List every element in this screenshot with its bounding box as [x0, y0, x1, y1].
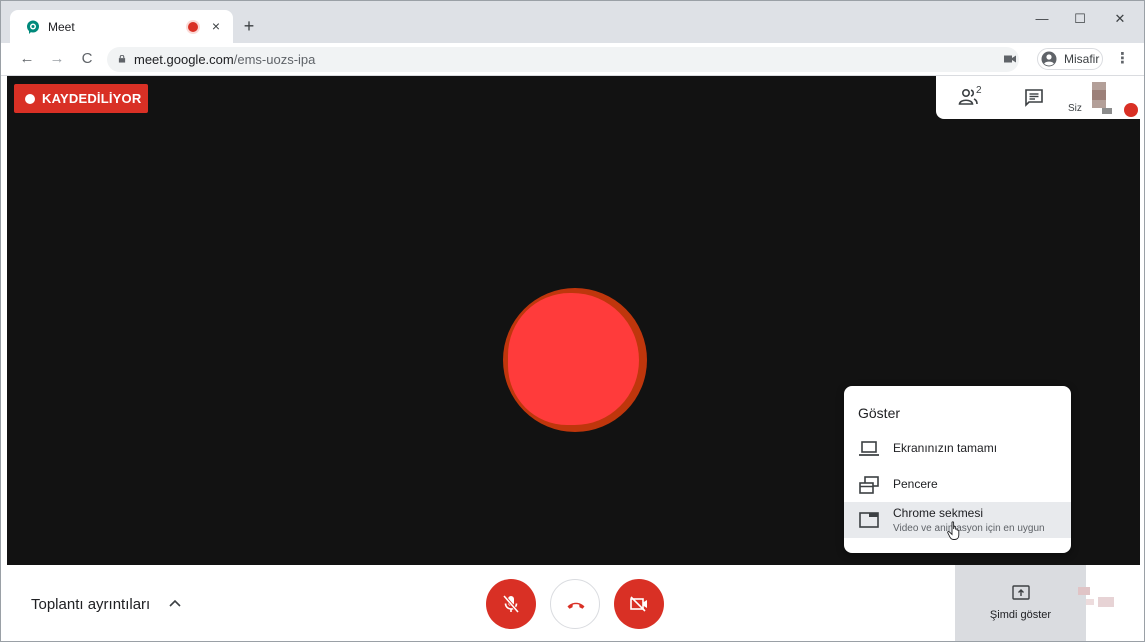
back-button[interactable]: ←	[17, 49, 37, 69]
tab-strip: Meet × + — ☐ ✕	[1, 1, 1144, 43]
present-entire-screen-label: Ekranınızın tamamı	[893, 441, 998, 455]
minimize-button[interactable]: —	[1027, 9, 1057, 29]
present-chrome-tab-label: Chrome sekmesi	[893, 506, 984, 520]
browser-window: Meet × + — ☐ ✕ ← → C meet.google.com/ems…	[0, 0, 1145, 642]
recording-label: KAYDEDİLİYOR	[42, 91, 142, 106]
chat-icon[interactable]	[1024, 88, 1044, 108]
present-chrome-tab-option[interactable]: Chrome sekmesi Video ve animasyon için e…	[844, 502, 1071, 540]
participant-video-thumbnail[interactable]	[1078, 585, 1118, 615]
self-muted-icon	[1124, 103, 1138, 117]
top-right-panel: 2 Siz	[936, 76, 1140, 119]
present-menu: Göster Ekranınızın tamamı Pencere Chrome…	[844, 386, 1071, 553]
url-path: /ems-uozs-ipa	[233, 52, 316, 67]
meet-favicon-icon	[27, 20, 39, 34]
record-dot-icon	[25, 94, 35, 104]
present-menu-title: Göster	[858, 405, 901, 421]
browser-menu-button[interactable]: ⋮	[1115, 49, 1130, 69]
maximize-button[interactable]: ☐	[1065, 9, 1095, 29]
camera-off-icon	[630, 596, 647, 612]
recording-badge: KAYDEDİLİYOR	[14, 84, 148, 113]
hang-up-icon	[567, 602, 585, 609]
present-screen-icon	[1012, 585, 1030, 600]
recording-dot-icon	[188, 22, 198, 32]
window-icon	[859, 476, 879, 494]
present-chrome-tab-sublabel: Video ve animasyon için en uygun	[893, 523, 1045, 534]
new-tab-button[interactable]: +	[239, 16, 259, 36]
profile-button[interactable]: Misafir	[1037, 48, 1103, 70]
lock-icon	[118, 55, 126, 63]
tab-title: Meet	[48, 20, 75, 34]
reload-button[interactable]: C	[77, 49, 97, 69]
present-window-label: Pencere	[893, 477, 938, 491]
present-entire-screen-option[interactable]: Ekranınızın tamamı	[844, 431, 1071, 467]
tab-meet[interactable]: Meet ×	[10, 10, 233, 43]
laptop-icon	[859, 441, 879, 456]
forward-button[interactable]: →	[47, 49, 67, 69]
hand-cursor-icon	[947, 521, 960, 540]
mic-off-icon	[502, 594, 520, 614]
participant-avatar	[503, 288, 647, 432]
camera-in-use-icon[interactable]	[1004, 54, 1016, 64]
account-circle-icon	[1041, 51, 1057, 67]
present-now-label: Şimdi göster	[989, 609, 1052, 621]
profile-name: Misafir	[1064, 52, 1100, 66]
address-bar[interactable]: meet.google.com/ems-uozs-ipa	[107, 47, 1019, 72]
browser-tab-icon	[859, 512, 879, 528]
url-text: meet.google.com/ems-uozs-ipa	[134, 52, 315, 67]
tab-close-icon[interactable]: ×	[206, 16, 226, 36]
chevron-up-icon[interactable]	[169, 598, 181, 608]
browser-toolbar: ← → C meet.google.com/ems-uozs-ipa Misaf…	[1, 43, 1144, 76]
people-count: 2	[976, 85, 982, 96]
self-video-thumbnail[interactable]	[1088, 82, 1118, 116]
meeting-controls-bar: Toplantı ayrıntıları Şimdi göster	[7, 565, 1140, 641]
participant-avatar-fill	[508, 293, 639, 425]
present-window-option[interactable]: Pencere	[844, 467, 1071, 503]
url-host: meet.google.com	[134, 52, 234, 67]
leave-call-button[interactable]	[550, 579, 600, 629]
self-label: Siz	[1068, 103, 1082, 114]
mic-toggle-button[interactable]	[486, 579, 536, 629]
camera-toggle-button[interactable]	[614, 579, 664, 629]
close-window-button[interactable]: ✕	[1105, 9, 1135, 29]
meeting-details-button[interactable]: Toplantı ayrıntıları	[31, 596, 150, 613]
present-now-button[interactable]: Şimdi göster	[955, 565, 1086, 641]
